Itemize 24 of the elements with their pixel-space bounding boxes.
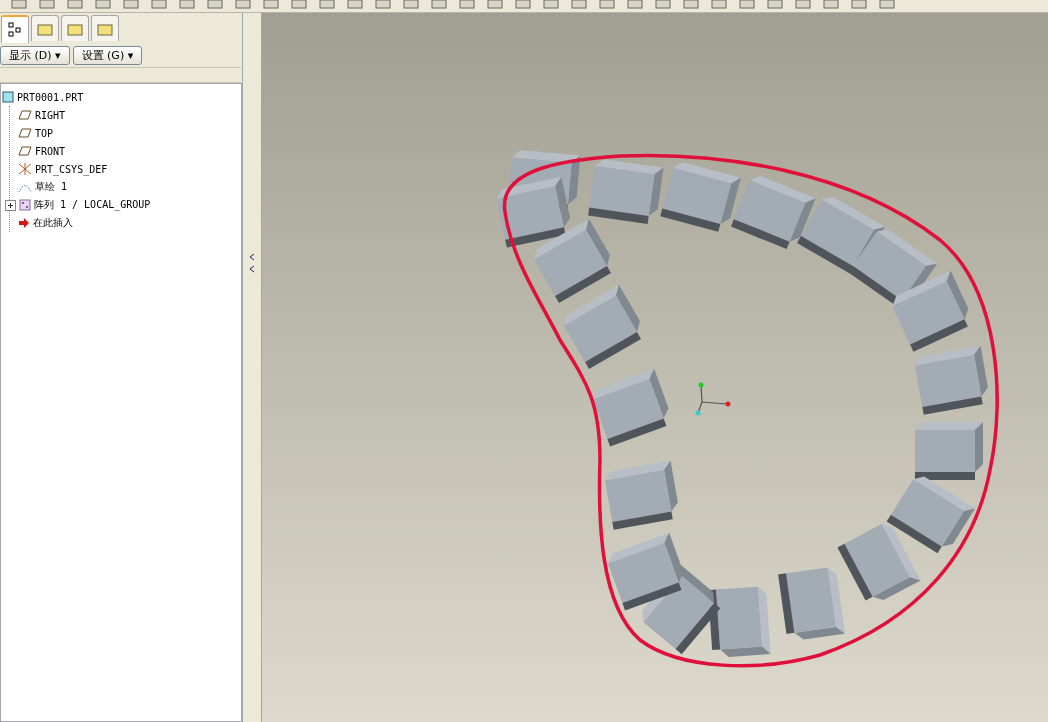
tree-icon (8, 22, 22, 38)
panel-tab[interactable] (91, 15, 119, 41)
expand-toggle[interactable] (5, 199, 16, 211)
plane-icon (18, 146, 32, 156)
tree-item[interactable]: RIGHT (35, 109, 66, 121)
menu-button[interactable]: 设置 (G) ▾ (72, 46, 143, 65)
tree-item[interactable]: FRONT (35, 145, 66, 157)
pattern-icon (19, 199, 31, 211)
tree-item[interactable]: TOP (35, 127, 54, 139)
panel-tab[interactable] (1, 15, 29, 43)
panel-tab[interactable] (61, 15, 89, 41)
plane-icon (18, 128, 32, 138)
plane-icon (18, 110, 32, 120)
tree-item[interactable]: PRT_CSYS_DEF (35, 163, 108, 175)
tree-item[interactable]: 在此插入 (33, 216, 73, 230)
panel-tab[interactable] (31, 15, 59, 41)
tree-item[interactable]: 阵列 1 / LOCAL_GROUP (34, 198, 151, 212)
menu-button[interactable]: 显示 (D) ▾ (0, 46, 70, 65)
splitter-bar[interactable] (242, 13, 262, 722)
tree-item[interactable]: 草绘 1 (35, 180, 68, 194)
coordinate-axes-icon (695, 382, 731, 416)
tree-item[interactable]: PRT0001.PRT (17, 91, 84, 103)
axes-icon (18, 163, 32, 175)
arrow-icon (18, 217, 30, 229)
